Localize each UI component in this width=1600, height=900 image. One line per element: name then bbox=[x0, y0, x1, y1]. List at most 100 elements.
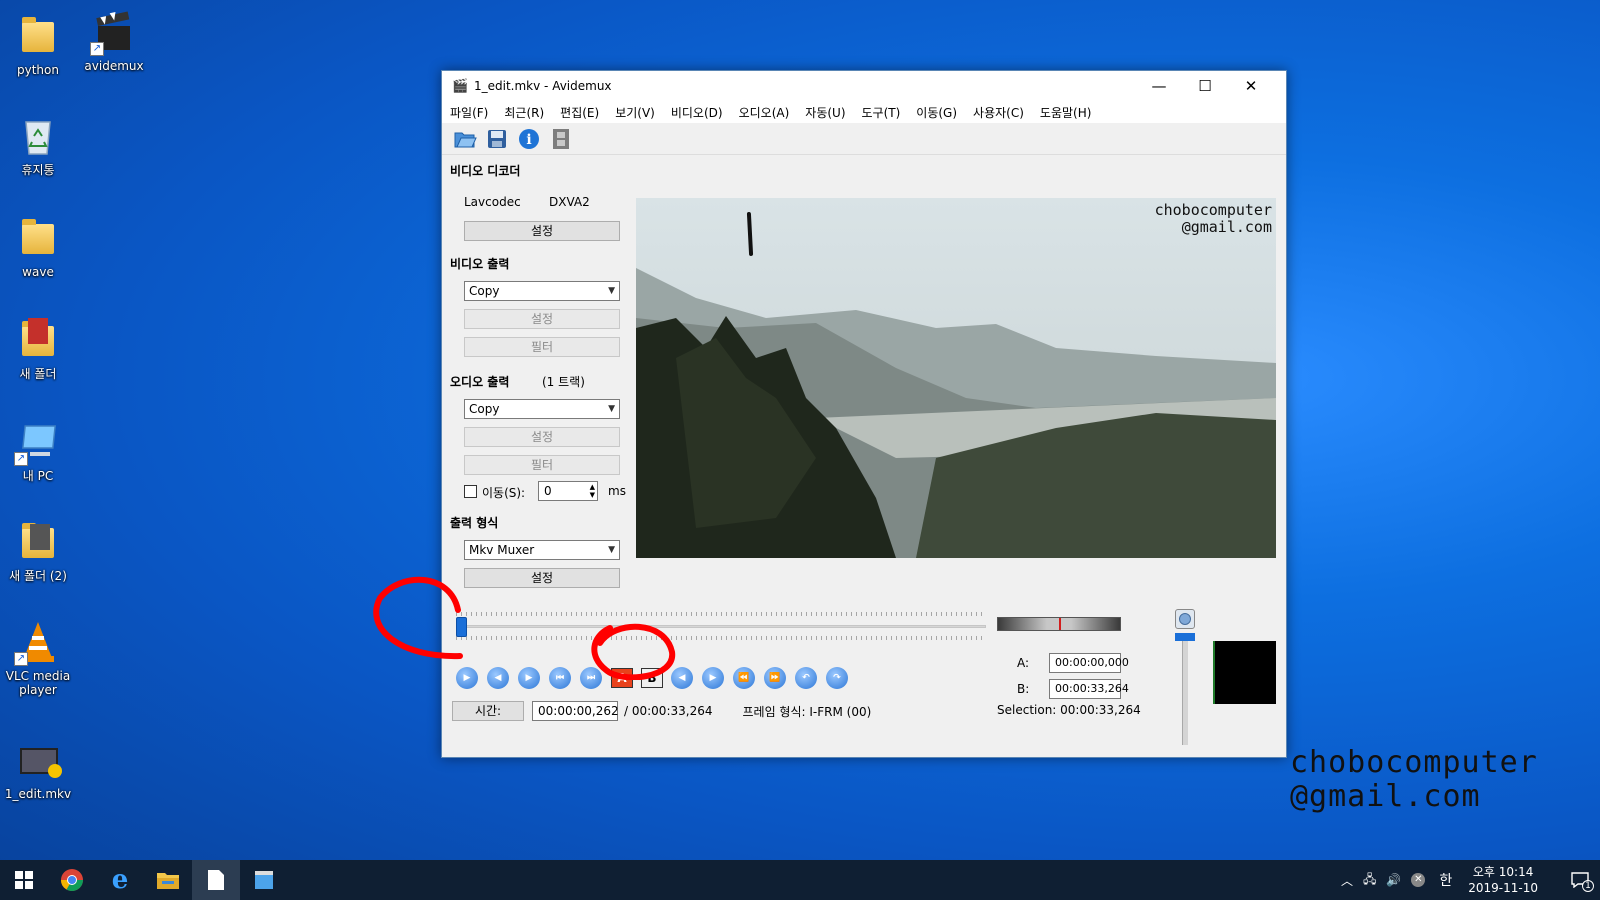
time-row: 시간: 00:00:00,262 / 00:00:33,264 프레임 형식: … bbox=[452, 700, 871, 722]
desktop-icon-label: wave bbox=[22, 265, 54, 279]
minimize-button[interactable]: — bbox=[1136, 71, 1182, 101]
backward-seek-icon[interactable]: ↶ bbox=[795, 667, 817, 689]
go-to-end-icon[interactable]: ⏩ bbox=[764, 667, 786, 689]
audio-filter-button[interactable]: 필터 bbox=[464, 455, 620, 475]
window-title: 1_edit.mkv - Avidemux bbox=[474, 79, 612, 93]
go-to-start-icon[interactable]: ⏪ bbox=[733, 667, 755, 689]
menu-auto[interactable]: 자동(U) bbox=[805, 104, 845, 121]
filmstrip-icon[interactable] bbox=[548, 126, 574, 152]
toolbar: i bbox=[442, 123, 1286, 155]
chrome-icon[interactable] bbox=[48, 860, 96, 900]
menu-view[interactable]: 보기(V) bbox=[615, 104, 655, 121]
audio-shift-input[interactable]: 0 ▲ ▼ bbox=[538, 481, 598, 501]
audio-track-count: (1 트랙) bbox=[542, 375, 585, 389]
chevron-down-icon: ▼ bbox=[608, 286, 615, 296]
desktop-icon-avidemux[interactable]: ↗ avidemux bbox=[76, 8, 152, 73]
landscape-frame bbox=[636, 198, 1276, 558]
time-button[interactable]: 시간: bbox=[452, 701, 524, 721]
annotation-circle-slider bbox=[373, 576, 463, 660]
windows-start-icon[interactable] bbox=[0, 860, 48, 900]
network-icon[interactable]: 🖧 bbox=[1363, 870, 1376, 891]
desktop-icon-new-folder[interactable]: 새 폴더 bbox=[0, 316, 76, 381]
current-time-input[interactable]: 00:00:00,262 bbox=[532, 701, 619, 721]
desktop-icon-wave[interactable]: wave bbox=[0, 214, 76, 279]
desktop-icon-python[interactable]: python bbox=[0, 12, 76, 77]
defender-error-icon[interactable]: ✕ bbox=[1411, 873, 1426, 887]
save-icon[interactable] bbox=[484, 126, 510, 152]
output-format-title: 출력 형식 bbox=[450, 516, 499, 530]
annotation-circle-markers bbox=[591, 623, 676, 680]
decoder-settings-button[interactable]: 설정 bbox=[464, 221, 620, 241]
file-explorer-icon[interactable] bbox=[144, 860, 192, 900]
info-icon[interactable]: i bbox=[516, 126, 542, 152]
notification-count: 1 bbox=[1582, 880, 1594, 892]
menu-bar: 파일(F) 최근(R) 편집(E) 보기(V) 비디오(D) 오디오(A) 자동… bbox=[442, 101, 1286, 123]
folder-icon bbox=[14, 316, 62, 364]
marker-b-value[interactable]: 00:00:33,264 bbox=[1049, 679, 1129, 699]
frame-type: 프레임 형식: I-FRM (00) bbox=[742, 704, 872, 719]
recycle-bin-icon bbox=[14, 112, 62, 160]
audio-shift-unit: ms bbox=[608, 484, 626, 498]
chevron-up-icon[interactable]: ︿ bbox=[1341, 872, 1353, 889]
decoder-accel-label: DXVA2 bbox=[549, 195, 590, 209]
audio-settings-button[interactable]: 설정 bbox=[464, 427, 620, 447]
forward-seek-icon[interactable]: ↷ bbox=[826, 667, 848, 689]
menu-go[interactable]: 이동(G) bbox=[916, 104, 957, 121]
notification-center-icon[interactable]: 1 bbox=[1560, 860, 1600, 900]
video-decoder-title: 비디오 디코더 bbox=[450, 164, 521, 178]
desktop-icon-recycle-bin[interactable]: 휴지통 bbox=[0, 112, 76, 177]
decoder-codec-label: Lavcodec bbox=[464, 195, 521, 209]
marker-a-value[interactable]: 00:00:00,000 bbox=[1049, 653, 1129, 673]
desktop-icon-new-folder-2[interactable]: 새 폴더 (2) bbox=[0, 518, 76, 583]
audio-shift-label: 이동(S): bbox=[482, 486, 526, 500]
close-button[interactable]: ✕ bbox=[1228, 71, 1274, 101]
next-cut-icon[interactable]: ▶ bbox=[702, 667, 724, 689]
volume-knob-icon[interactable] bbox=[1175, 609, 1195, 629]
desktop-icon-label: avidemux bbox=[84, 59, 144, 73]
audio-level-display bbox=[1213, 641, 1276, 704]
maximize-button[interactable]: ☐ bbox=[1182, 71, 1228, 101]
ime-indicator[interactable]: 한 bbox=[1439, 870, 1452, 890]
menu-tools[interactable]: 도구(T) bbox=[862, 104, 901, 121]
video-file-icon bbox=[14, 736, 62, 784]
clock[interactable]: 오후 10:14 2019-11-10 bbox=[1468, 864, 1538, 896]
muxer-select[interactable]: Mkv Muxer ▼ bbox=[464, 540, 620, 560]
speaker-icon[interactable]: 🔊 bbox=[1386, 873, 1401, 887]
open-icon[interactable] bbox=[452, 126, 478, 152]
avidemux-icon[interactable] bbox=[240, 860, 288, 900]
video-filter-button[interactable]: 필터 bbox=[464, 337, 620, 357]
title-bar[interactable]: 🎬 1_edit.mkv - Avidemux — ☐ ✕ bbox=[442, 71, 1286, 101]
spin-arrows-icon[interactable]: ▲ ▼ bbox=[590, 483, 595, 499]
desktop-icon-label: 내 PC bbox=[22, 469, 54, 483]
menu-help[interactable]: 도움말(H) bbox=[1040, 104, 1092, 121]
desktop-icon-label: VLC media player bbox=[5, 669, 71, 697]
taskbar: e ︿ 🖧 🔊 ✕ 한 오후 10:14 2019-11-10 1 bbox=[0, 860, 1600, 900]
menu-audio[interactable]: 오디오(A) bbox=[739, 104, 790, 121]
menu-video[interactable]: 비디오(D) bbox=[671, 104, 723, 121]
marker-a-label: A: bbox=[1017, 656, 1030, 670]
desktop-icon-video-file[interactable]: 1_edit.mkv bbox=[0, 736, 76, 801]
chevron-down-icon: ▼ bbox=[608, 404, 615, 414]
video-watermark: chobocomputer @gmail.com bbox=[1154, 201, 1272, 236]
desktop-icon-vlc[interactable]: ↗ VLC media player bbox=[0, 618, 76, 697]
menu-recent[interactable]: 최근(R) bbox=[504, 104, 544, 121]
desktop-icon-label: python bbox=[17, 63, 59, 77]
selection-duration: Selection: 00:00:33,264 bbox=[997, 703, 1141, 717]
volume-slider[interactable] bbox=[1175, 633, 1195, 745]
menu-file[interactable]: 파일(F) bbox=[450, 104, 488, 121]
audio-shift-checkbox[interactable] bbox=[464, 485, 477, 498]
clock-date: 2019-11-10 bbox=[1468, 881, 1538, 895]
menu-custom[interactable]: 사용자(C) bbox=[973, 104, 1024, 121]
menu-edit[interactable]: 편집(E) bbox=[560, 104, 599, 121]
video-output-title: 비디오 출력 bbox=[450, 257, 510, 271]
edge-icon[interactable]: e bbox=[96, 860, 144, 900]
desktop-icon-label: 1_edit.mkv bbox=[4, 787, 72, 801]
desktop-icon-my-pc[interactable]: ↗ 내 PC bbox=[0, 418, 76, 483]
desktop-icon-label: 휴지통 bbox=[21, 163, 55, 177]
video-codec-select[interactable]: Copy ▼ bbox=[464, 281, 620, 301]
clapperboard-icon: ↗ bbox=[90, 8, 138, 56]
notepad-icon[interactable] bbox=[192, 860, 240, 900]
folder-icon bbox=[14, 518, 62, 566]
video-settings-button[interactable]: 설정 bbox=[464, 309, 620, 329]
audio-codec-select[interactable]: Copy ▼ bbox=[464, 399, 620, 419]
